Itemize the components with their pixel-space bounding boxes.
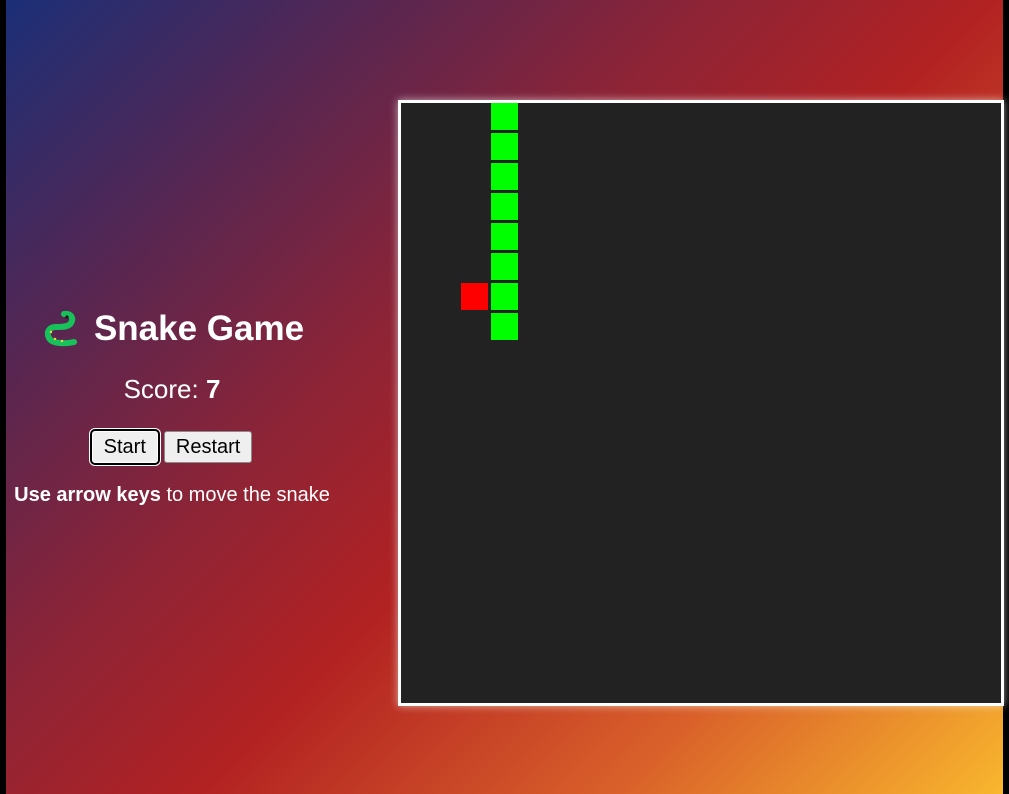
snake-tail-segment: [491, 103, 518, 130]
info-panel: Snake Game Score: 7 Start Restart Use ar…: [6, 300, 338, 506]
score-display: Score: 7: [6, 376, 338, 402]
score-value: 7: [205, 374, 221, 404]
score-label: Score:: [123, 374, 199, 404]
instructions-rest: to move the snake: [160, 484, 330, 506]
game-board[interactable]: [398, 100, 1004, 706]
title-row: Snake Game: [6, 300, 338, 356]
food-item: [461, 283, 488, 310]
page-title: Snake Game: [93, 308, 305, 348]
snake-segment: [491, 223, 518, 250]
instructions-bold: Use arrow keys: [14, 484, 161, 506]
snake-head: [491, 313, 518, 340]
snake-segment: [491, 283, 518, 310]
instructions-text: Use arrow keys to move the snake: [6, 485, 338, 505]
snake-segment: [491, 253, 518, 280]
snake-icon: [40, 308, 80, 348]
snake-segment: [491, 133, 518, 160]
start-button[interactable]: Start: [89, 429, 160, 465]
restart-button[interactable]: Restart: [163, 431, 253, 463]
snake-segment: [491, 193, 518, 220]
button-row: Start Restart: [6, 429, 338, 465]
snake-segment: [491, 163, 518, 190]
